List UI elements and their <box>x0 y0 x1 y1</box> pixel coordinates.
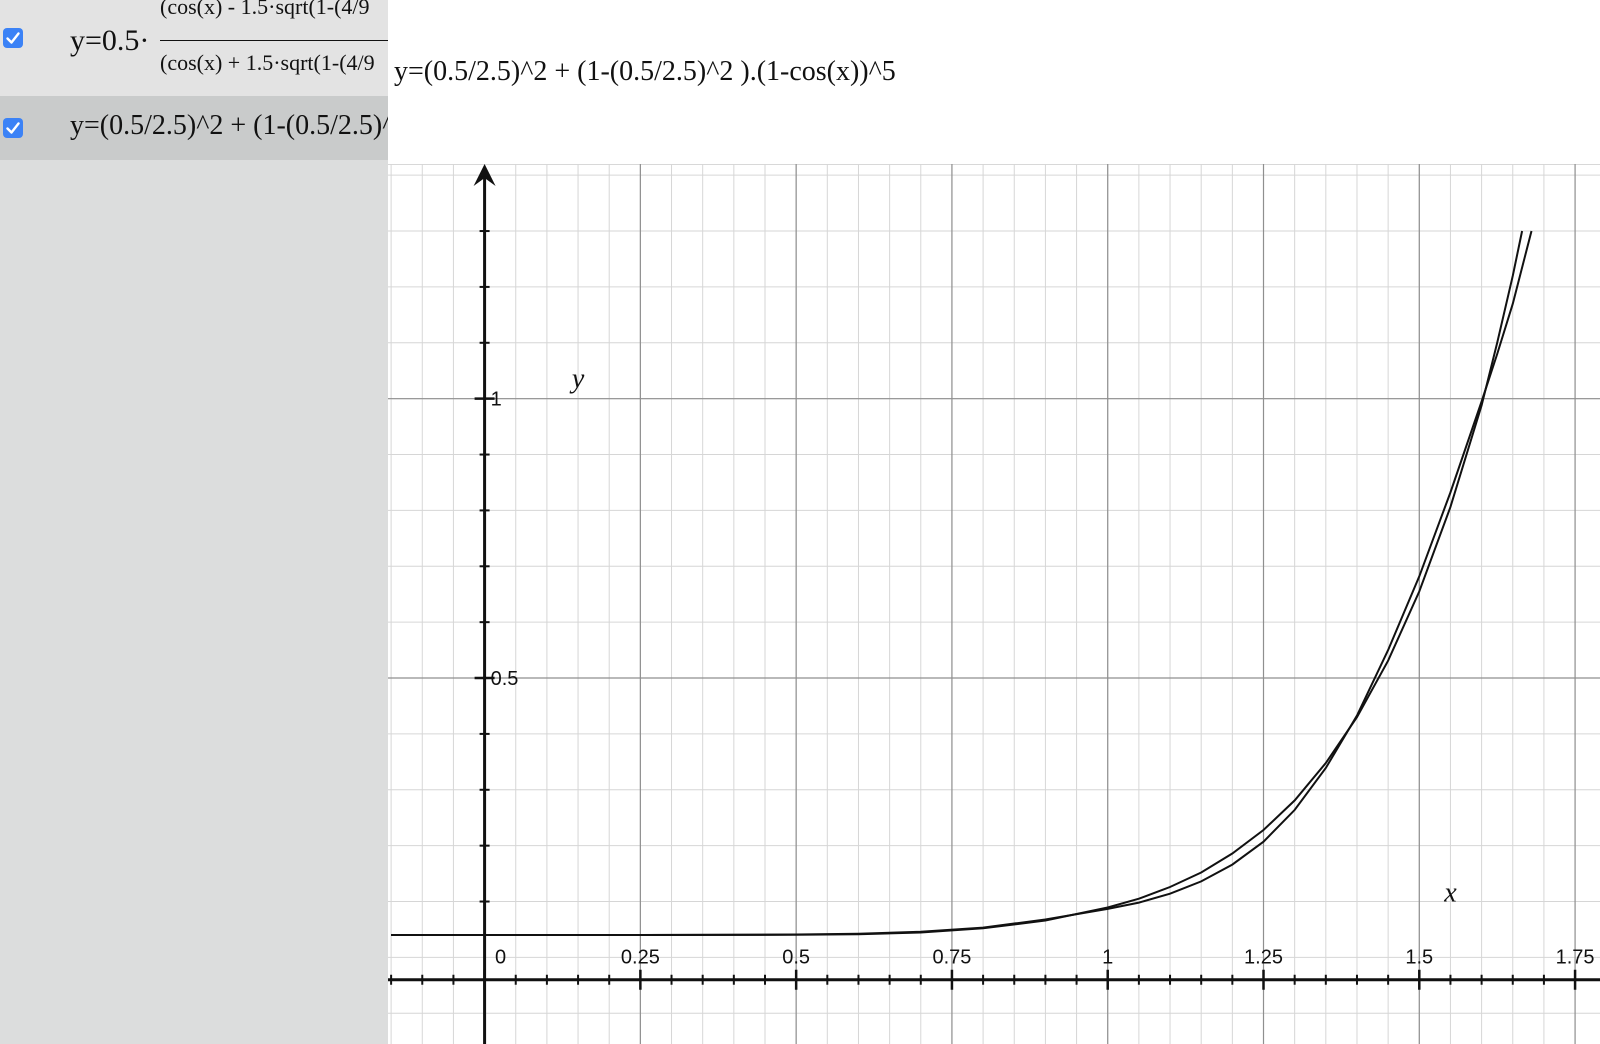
x-tick-label: 1.5 <box>1405 946 1433 968</box>
expression-list: y=0.5· (cos(x) - 1.5·sqrt(1-(4/9 (cos(x)… <box>0 0 388 1044</box>
expression-2-visibility-checkbox[interactable] <box>3 118 23 138</box>
x-tick-label: 0.25 <box>621 946 660 968</box>
y-tick-label: 1 <box>491 389 502 411</box>
curve-1 <box>391 230 1524 936</box>
graph-header: y=(0.5/2.5)^2 + (1-(0.5/2.5)^2 ).(1-cos(… <box>388 0 1600 165</box>
y-tick-label: 0.5 <box>491 668 519 690</box>
x-tick-label: 1.75 <box>1556 946 1595 968</box>
expression-1-prefix: y=0.5· <box>70 24 150 57</box>
checkmark-icon <box>6 122 20 134</box>
x-tick-label: 0.5 <box>782 946 810 968</box>
expression-2-text: y=(0.5/2.5)^2 + (1-(0.5/2.5)^2 ).(1 <box>70 110 388 141</box>
x-tick-label: 0.75 <box>932 946 971 968</box>
fraction-bar <box>160 40 388 41</box>
x-axis-name: x <box>1443 878 1457 909</box>
x-tick-label: 1.25 <box>1244 946 1283 968</box>
expression-row-2[interactable]: y=(0.5/2.5)^2 + (1-(0.5/2.5)^2 ).(1 <box>0 96 388 160</box>
expression-2-overflow-text: y=(0.5/2.5)^2 + (1-(0.5/2.5)^2 ).(1-cos(… <box>394 56 896 87</box>
expression-1-visibility-checkbox[interactable] <box>3 28 23 48</box>
x-tick-label: 0 <box>495 946 506 968</box>
y-axis-name: y <box>569 363 585 394</box>
expression-1-numerator: (cos(x) - 1.5·sqrt(1-(4/9 <box>160 0 370 19</box>
checkmark-icon <box>6 32 20 44</box>
curve-2 <box>391 230 1533 936</box>
graph-canvas[interactable]: 0 0.25 0.5 0.75 1 1.25 1.5 1.75 0.5 1 x y <box>388 164 1600 1044</box>
x-tick-label: 1 <box>1102 946 1113 968</box>
expression-1-denominator: (cos(x) + 1.5·sqrt(1-(4/9 <box>160 50 375 75</box>
expression-row-1[interactable]: y=0.5· (cos(x) - 1.5·sqrt(1-(4/9 (cos(x)… <box>0 0 388 96</box>
